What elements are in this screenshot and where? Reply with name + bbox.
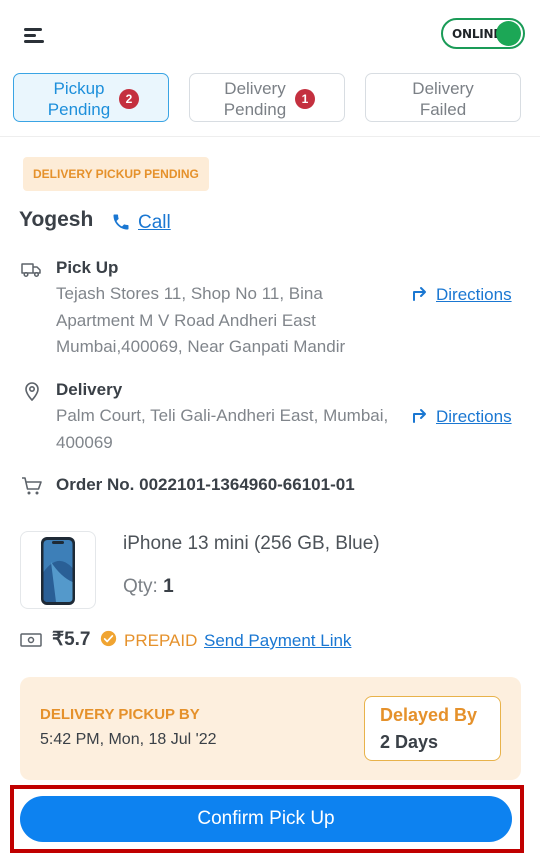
delivery-address: Palm Court, Teli Gali-Andheri East, Mumb… bbox=[56, 406, 389, 452]
turn-right-arrow-icon bbox=[413, 409, 426, 423]
toggle-knob bbox=[496, 21, 521, 46]
tab-label: Delivery Failed bbox=[412, 79, 474, 119]
qty-value: 1 bbox=[163, 576, 174, 597]
tab-delivery-pending[interactable]: Delivery Pending 1 bbox=[189, 73, 345, 122]
confirm-pickup-button[interactable]: Confirm Pick Up bbox=[20, 796, 512, 842]
tab-label: Delivery Pending bbox=[223, 79, 287, 119]
pickup-by-label: DELIVERY PICKUP BY bbox=[40, 706, 200, 723]
customer-name: Yogesh bbox=[19, 208, 94, 231]
delay-label: Delayed By bbox=[380, 705, 478, 725]
pickup-title: Pick Up bbox=[56, 258, 119, 277]
qty-label: Qty: bbox=[123, 576, 158, 597]
payment-amount: ₹5.7 bbox=[52, 629, 91, 650]
check-circle-icon bbox=[100, 630, 117, 647]
tab-delivery-failed[interactable]: Delivery Failed bbox=[365, 73, 521, 122]
call-link[interactable]: Call bbox=[138, 212, 171, 234]
phone-product-icon bbox=[41, 537, 75, 605]
pickup-address: Tejash Stores 11, Shop No 11, Bina Apart… bbox=[56, 284, 346, 356]
online-toggle[interactable]: ONLINE bbox=[441, 18, 525, 49]
status-tabs: Pickup Pending 2 Delivery Pending 1 Deli… bbox=[0, 71, 540, 137]
phone-icon[interactable] bbox=[111, 212, 131, 232]
truck-icon bbox=[21, 263, 41, 278]
turn-right-arrow-icon bbox=[413, 287, 426, 301]
directions-label: Directions bbox=[436, 407, 512, 426]
top-bar: ONLINE bbox=[0, 0, 540, 66]
tab-label: Pickup Pending bbox=[47, 79, 111, 119]
payment-mode: PREPAID bbox=[124, 631, 198, 650]
delay-value: 2 Days bbox=[380, 732, 439, 752]
product-quantity: Qty: 1 bbox=[123, 576, 174, 598]
delivery-directions-link[interactable]: Directions bbox=[410, 406, 512, 427]
tab-pickup-pending[interactable]: Pickup Pending 2 bbox=[13, 73, 169, 122]
tab-count-badge: 1 bbox=[295, 89, 315, 109]
order-number: Order No. 0022101-1364960-66101-01 bbox=[56, 475, 355, 494]
tab-count-badge: 2 bbox=[119, 89, 139, 109]
delivery-title: Delivery bbox=[56, 380, 123, 399]
pickup-deadline-card: DELIVERY PICKUP BY 5:42 PM, Mon, 18 Jul … bbox=[20, 677, 521, 780]
delay-box: Delayed By 2 Days bbox=[364, 696, 501, 761]
send-payment-link[interactable]: Send Payment Link bbox=[204, 631, 351, 651]
pickup-by-time: 5:42 PM, Mon, 18 Jul '22 bbox=[40, 731, 217, 748]
payment-row: ₹5.7 PREPAID Send Payment Link bbox=[20, 628, 520, 654]
cash-icon bbox=[20, 633, 42, 647]
pickup-directions-link[interactable]: Directions bbox=[410, 284, 512, 305]
hamburger-menu-icon[interactable] bbox=[24, 28, 46, 44]
location-pin-icon bbox=[25, 382, 39, 402]
directions-label: Directions bbox=[436, 285, 512, 304]
product-image bbox=[20, 531, 96, 609]
product-name: iPhone 13 mini (256 GB, Blue) bbox=[123, 533, 380, 554]
status-badge: DELIVERY PICKUP PENDING bbox=[23, 157, 209, 191]
cart-icon bbox=[22, 477, 42, 495]
online-toggle-label: ONLINE bbox=[452, 27, 502, 41]
